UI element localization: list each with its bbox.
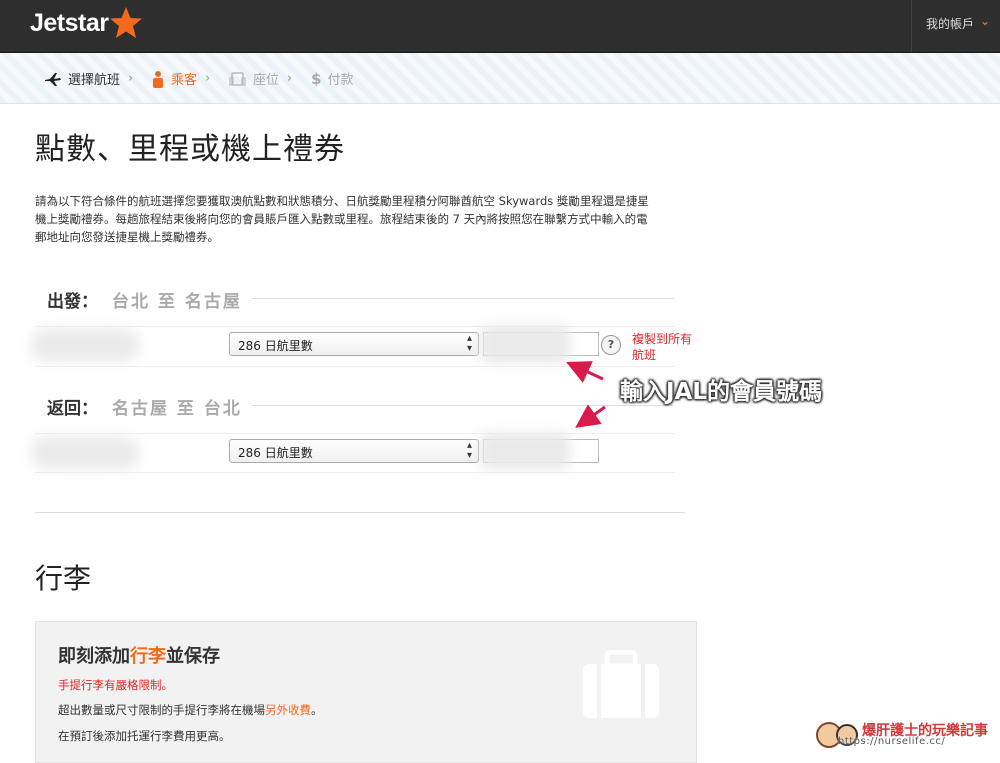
passenger-name-redacted	[30, 328, 140, 362]
select-arrows-icon: ▴ ▾	[466, 440, 472, 461]
watermark: 爆肝護士的玩樂記事 https://nurselife.cc/	[812, 720, 992, 748]
section-divider	[35, 512, 685, 513]
select-arrows-icon: ▴ ▾	[466, 333, 472, 354]
loyalty-program-select-return[interactable]: 286 日航里數 ▴ ▾	[229, 439, 479, 463]
segment-route: 名古屋 至 台北	[112, 399, 242, 419]
carry-on-warning: 手提行李有嚴格限制。	[58, 678, 173, 692]
star-logo-icon	[110, 7, 142, 38]
segment-header-departure: 出發： 台北 至 名古屋	[47, 287, 242, 312]
chevron-right-icon: ›	[128, 71, 134, 86]
baggage-box-title: 即刻添加行李並保存	[58, 642, 220, 668]
top-navigation-bar: Jetstar 我的帳戶 ⌄	[0, 0, 1000, 53]
baggage-section-title: 行李	[35, 562, 92, 595]
membership-number-input-return[interactable]	[480, 432, 599, 470]
my-account-menu[interactable]: 我的帳戶 ⌄	[911, 0, 1000, 52]
loyalty-program-select-departure[interactable]: 286 日航里數 ▴ ▾	[229, 332, 479, 356]
step-label: 座位	[253, 73, 280, 88]
membership-number-input-departure[interactable]	[480, 325, 599, 363]
jetstar-logo[interactable]: Jetstar	[30, 9, 109, 38]
annotation-arrows-icon	[566, 361, 606, 428]
step-label: 選擇航班	[68, 73, 121, 88]
page-description: 請為以下符合條件的航班選擇您要獲取澳航點數和狀態積分、日航獎勵里程積分阿聯酋航空…	[35, 194, 649, 244]
title-part: 即刻添加	[58, 646, 130, 667]
help-icon[interactable]: ?	[601, 335, 621, 355]
suitcase-icon	[583, 650, 659, 718]
dollar-icon: $	[311, 69, 322, 88]
passenger-name-redacted	[30, 436, 140, 470]
segment-direction: 返回：	[47, 399, 98, 419]
step-payment: $ 付款	[311, 69, 354, 89]
step-label: 乘客	[171, 73, 198, 88]
step-passengers[interactable]: 乘客 ›	[151, 69, 210, 88]
booking-steps-bar: 選擇航班 › 乘客 › 座位 › $ 付款	[0, 53, 1000, 104]
note-highlight: 另外收費	[265, 703, 311, 717]
seat-icon	[229, 71, 247, 87]
chevron-right-icon: ›	[287, 71, 293, 86]
redacted-value	[480, 432, 570, 470]
selected-value: 286 日航里數	[238, 339, 313, 353]
row-divider	[35, 326, 675, 327]
step-label: 付款	[327, 73, 354, 88]
copy-to-all-flights-link[interactable]: 複製到所有航班	[632, 331, 692, 363]
step-select-flight[interactable]: 選擇航班 ›	[44, 69, 133, 88]
segment-direction: 出發：	[47, 292, 98, 312]
segment-header-return: 返回： 名古屋 至 台北	[47, 394, 242, 419]
note-part: 超出數量或尺寸限制的手提行李將在機場	[58, 703, 265, 717]
redacted-value	[480, 325, 570, 363]
segment-divider	[252, 298, 674, 299]
segment-route: 台北 至 名古屋	[112, 292, 242, 312]
selected-value: 286 日航里數	[238, 446, 313, 460]
checked-bag-fee-note: 在預訂後添加托運行李費用更高。	[58, 729, 231, 743]
title-part: 並保存	[166, 646, 220, 667]
watermark-url: https://nurselife.cc/	[838, 736, 946, 747]
carry-on-fee-note: 超出數量或尺寸限制的手提行李將在機場另外收費。	[58, 702, 323, 718]
note-part: 。	[311, 703, 323, 717]
baggage-promo-box: 即刻添加行李並保存 手提行李有嚴格限制。 超出數量或尺寸限制的手提行李將在機場另…	[35, 621, 697, 763]
annotation-text: 輸入JAL的會員號碼	[620, 379, 823, 405]
page-title: 點數、里程或機上禮券	[35, 132, 345, 167]
person-icon	[151, 70, 165, 88]
row-divider	[35, 472, 675, 473]
chevron-right-icon: ›	[205, 71, 211, 86]
plane-icon	[44, 71, 62, 87]
title-highlight: 行李	[130, 646, 166, 667]
step-seats: 座位 ›	[229, 69, 292, 88]
my-account-label: 我的帳戶	[926, 17, 975, 31]
chevron-down-icon: ⌄	[979, 14, 990, 28]
